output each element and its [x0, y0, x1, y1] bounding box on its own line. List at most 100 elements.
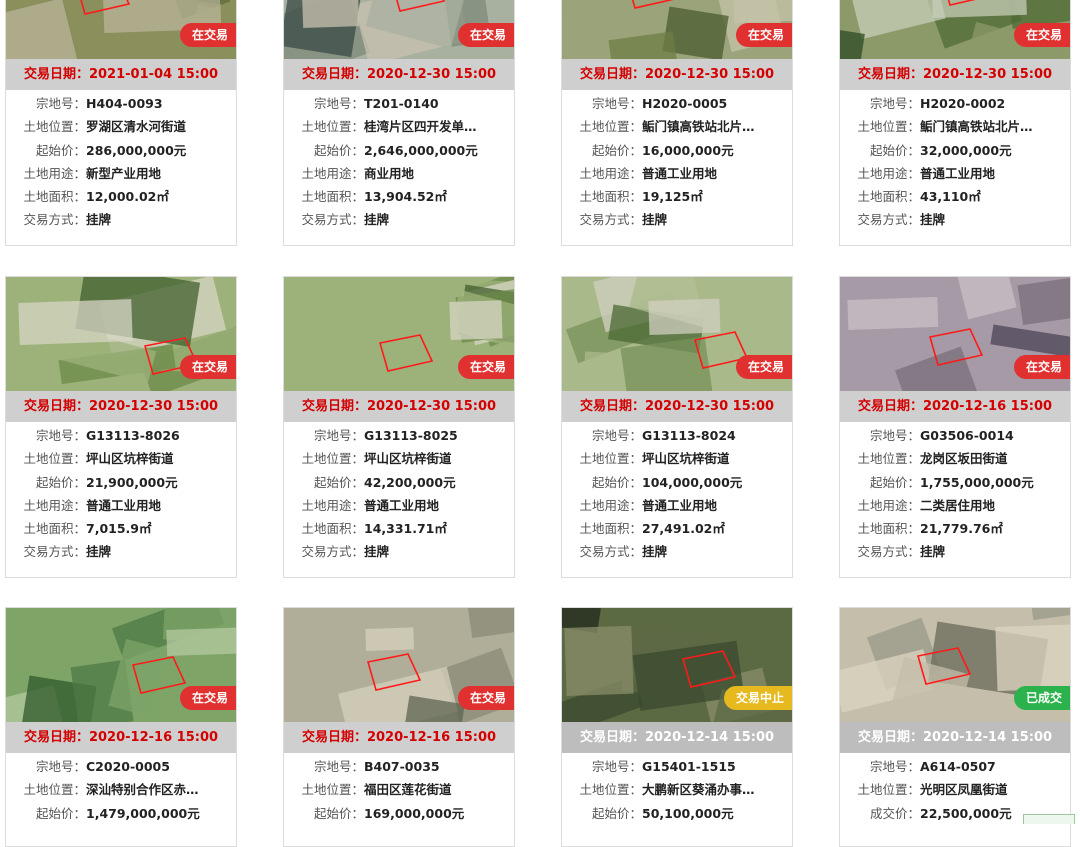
start-price-value: 50,100,000元 — [642, 805, 734, 821]
land-location-value: 罗湖区清水河街道 — [86, 119, 187, 135]
land-use-value: 普通工业用地 — [364, 497, 440, 513]
land-use-value: 商业用地 — [364, 165, 415, 181]
trade-date-bar: 交易日期：2020-12-30 15:00 — [562, 59, 792, 90]
land-area-row: 土地面积：27,491.02㎡ — [562, 517, 792, 540]
lot-number-label: 宗地号： — [35, 428, 86, 443]
land-card[interactable]: 已成交 交易日期：2020-12-14 15:00 宗地号：A614-0507 土地位… — [839, 607, 1071, 847]
status-badge: 在交易 — [1013, 23, 1070, 47]
status-badge: 在交易 — [179, 355, 236, 379]
land-location-value: 龙岗区坂田街道 — [920, 451, 1008, 467]
start-price-row: 起始价：21,900,000元 — [6, 471, 236, 494]
trade-method-value: 挂牌 — [86, 212, 112, 228]
start-price-row: 起始价：42,200,000元 — [284, 471, 514, 494]
trade-method-label: 交易方式： — [301, 212, 364, 228]
trade-method-value: 挂牌 — [920, 212, 946, 228]
land-area-value: 7,015.9㎡ — [86, 521, 152, 537]
lot-number-label: 宗地号： — [591, 759, 642, 774]
land-area-row: 土地面积：43,110㎡ — [840, 185, 1070, 208]
land-card[interactable]: 在交易 交易日期：2020-12-30 15:00 宗地号：G13113-8026 土… — [5, 276, 237, 578]
land-location-row: 土地位置：鲘门镇高铁站北片… — [840, 115, 1070, 138]
start-price-value: 104,000,000元 — [642, 474, 743, 490]
lot-number-value: C2020-0005 — [86, 759, 170, 774]
trade-date-bar: 交易日期：2020-12-14 15:00 — [562, 722, 792, 753]
land-use-row: 土地用途：普通工业用地 — [284, 494, 514, 517]
lot-number-value: G03506-0014 — [920, 428, 1014, 443]
land-use-label: 土地用途： — [23, 497, 86, 513]
lot-number-row: 宗地号：B407-0035 — [284, 755, 514, 778]
start-price-value: 32,000,000元 — [920, 142, 1012, 158]
trade-method-row: 交易方式：挂牌 — [6, 540, 236, 563]
land-area-label: 土地面积： — [23, 521, 86, 537]
land-location-row: 土地位置：大鹏新区葵涌办事… — [562, 778, 792, 801]
lot-number-value: H2020-0005 — [642, 96, 728, 111]
land-location-value: 坪山区坑梓街道 — [86, 451, 174, 467]
land-location-label: 土地位置： — [857, 451, 920, 467]
start-price-label: 起始价： — [35, 142, 86, 158]
land-area-label: 土地面积： — [301, 521, 364, 537]
start-price-value: 21,900,000元 — [86, 474, 178, 490]
land-location-label: 土地位置： — [23, 119, 86, 135]
land-card[interactable]: 在交易 交易日期：2020-12-30 15:00 宗地号：T201-0140 土地位… — [283, 0, 515, 246]
land-card[interactable]: 在交易 交易日期：2021-01-04 15:00 宗地号：H404-0093 土地位… — [5, 0, 237, 246]
start-price-label: 起始价： — [35, 805, 86, 821]
land-area-label: 土地面积： — [579, 521, 642, 537]
lot-number-label: 宗地号： — [869, 428, 920, 443]
land-card[interactable]: 交易中止 交易日期：2020-12-14 15:00 宗地号：G15401-1515… — [561, 607, 793, 847]
start-price-label: 起始价： — [869, 474, 920, 490]
lot-number-row: 宗地号：G13113-8024 — [562, 424, 792, 447]
start-price-value: 169,000,000元 — [364, 805, 465, 821]
land-use-label: 土地用途： — [579, 497, 642, 513]
land-card[interactable]: 在交易 交易日期：2020-12-30 15:00 宗地号：G13113-8025 土… — [283, 276, 515, 578]
lot-number-value: B407-0035 — [364, 759, 440, 774]
trade-method-row: 交易方式：挂牌 — [562, 540, 792, 563]
status-badge: 在交易 — [1013, 355, 1070, 379]
lot-number-row: 宗地号：A614-0507 — [840, 755, 1070, 778]
start-price-value: 286,000,000元 — [86, 142, 187, 158]
land-location-row: 土地位置：桂湾片区四开发单… — [284, 115, 514, 138]
land-location-row: 土地位置：坪山区坑梓街道 — [6, 447, 236, 470]
trade-method-value: 挂牌 — [642, 544, 668, 560]
start-price-row: 起始价：286,000,000元 — [6, 139, 236, 162]
lot-number-label: 宗地号： — [313, 96, 364, 111]
start-price-label: 起始价： — [35, 474, 86, 490]
trade-date-bar: 交易日期：2020-12-30 15:00 — [840, 59, 1070, 90]
land-card[interactable]: 在交易 交易日期：2020-12-16 15:00 宗地号：B407-0035 土地位… — [283, 607, 515, 847]
land-location-value: 福田区莲花街道 — [364, 782, 452, 798]
land-location-label: 土地位置： — [23, 451, 86, 467]
land-card[interactable]: 在交易 交易日期：2020-12-30 15:00 宗地号：H2020-0005 土地… — [561, 0, 793, 246]
land-location-label: 土地位置： — [301, 119, 364, 135]
start-price-value: 2,646,000,000元 — [364, 142, 478, 158]
trade-method-label: 交易方式： — [857, 212, 920, 228]
status-badge: 在交易 — [735, 23, 792, 47]
land-card[interactable]: 在交易 交易日期：2020-12-30 15:00 宗地号：H2020-0002 土地… — [839, 0, 1071, 246]
land-use-value: 普通工业用地 — [642, 165, 718, 181]
status-badge: 在交易 — [735, 355, 792, 379]
land-location-value: 桂湾片区四开发单… — [364, 119, 477, 135]
land-location-label: 土地位置： — [857, 119, 920, 135]
land-location-value: 大鹏新区葵涌办事… — [642, 782, 755, 798]
land-card[interactable]: 在交易 交易日期：2020-12-30 15:00 宗地号：G13113-8024 土… — [561, 276, 793, 578]
trade-method-value: 挂牌 — [364, 212, 390, 228]
lot-number-label: 宗地号： — [35, 759, 86, 774]
trade-method-label: 交易方式： — [301, 544, 364, 560]
land-card[interactable]: 在交易 交易日期：2020-12-16 15:00 宗地号：G03506-0014 土… — [839, 276, 1071, 578]
lot-number-value: G13113-8025 — [364, 428, 458, 443]
land-location-row: 土地位置：光明区凤凰街道 — [840, 778, 1070, 801]
land-info: 宗地号：C2020-0005 土地位置：深汕特别合作区赤… 起始价：1,479,00… — [6, 755, 236, 825]
trade-method-row: 交易方式：挂牌 — [562, 208, 792, 231]
trade-method-row: 交易方式：挂牌 — [284, 540, 514, 563]
start-price-row: 起始价：32,000,000元 — [840, 139, 1070, 162]
status-badge: 在交易 — [457, 355, 514, 379]
land-location-row: 土地位置：罗湖区清水河街道 — [6, 115, 236, 138]
start-price-value: 1,755,000,000元 — [920, 474, 1034, 490]
land-area-value: 21,779.76㎡ — [920, 521, 1003, 537]
lot-number-row: 宗地号：G15401-1515 — [562, 755, 792, 778]
land-use-value: 普通工业用地 — [642, 497, 718, 513]
land-location-row: 土地位置：鲘门镇高铁站北片… — [562, 115, 792, 138]
land-use-label: 土地用途： — [301, 497, 364, 513]
land-card[interactable]: 在交易 交易日期：2020-12-16 15:00 宗地号：C2020-0005 土地… — [5, 607, 237, 847]
land-location-label: 土地位置： — [579, 451, 642, 467]
land-info: 宗地号：T201-0140 土地位置：桂湾片区四开发单… 起始价：2,646,000… — [284, 92, 514, 232]
land-location-label: 土地位置： — [579, 782, 642, 798]
land-area-row: 土地面积：13,904.52㎡ — [284, 185, 514, 208]
